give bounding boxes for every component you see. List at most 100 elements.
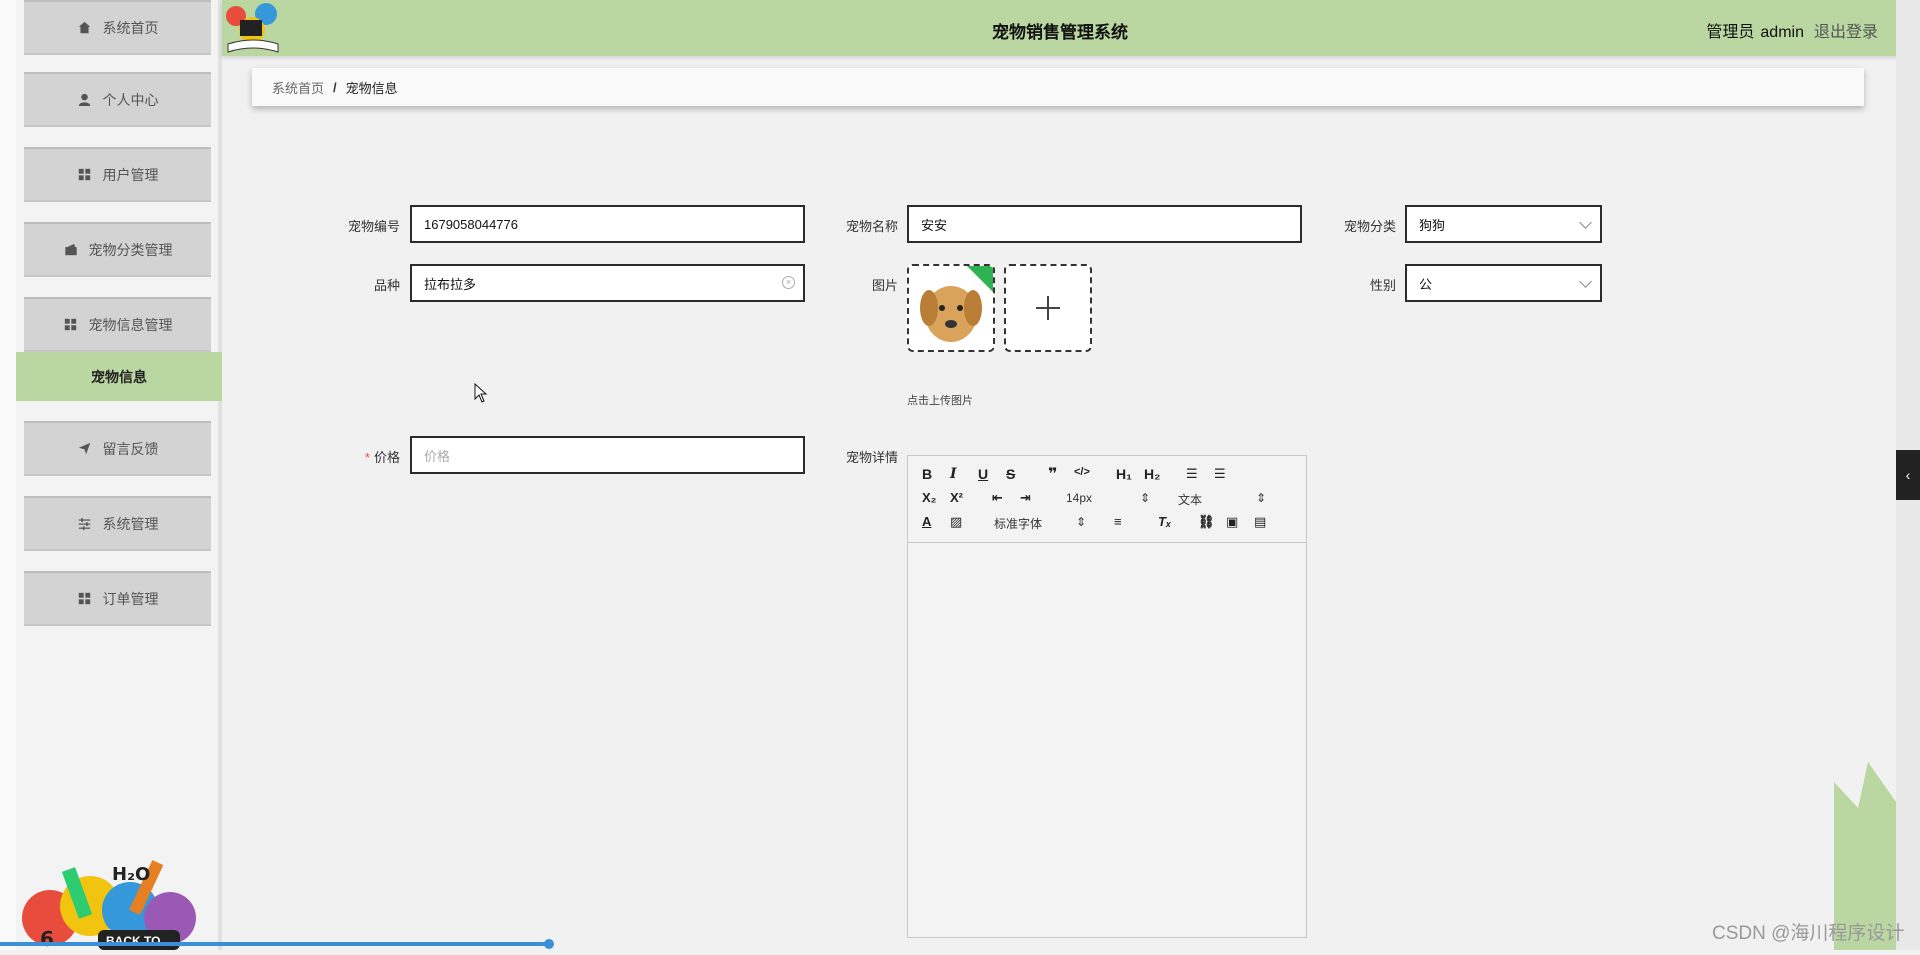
home-icon	[77, 20, 93, 36]
price-placeholder: 价格	[424, 448, 451, 464]
uploaded-image-preview[interactable]	[907, 264, 995, 352]
clear-format-icon[interactable]: Tₓ	[1158, 514, 1171, 529]
bold-icon[interactable]: B	[922, 466, 932, 482]
sidebar-subitem-label: 宠物信息	[91, 368, 147, 385]
upload-button[interactable]	[1004, 264, 1092, 352]
sliders-icon	[77, 516, 93, 532]
sidebar-item-label: 留言反馈	[102, 440, 159, 457]
pet-name-label: 宠物名称	[845, 219, 898, 234]
username: admin	[1760, 24, 1804, 41]
top-bar: 宠物销售管理系统 管理员 admin 退出登录	[222, 0, 1898, 56]
left-edge-strip	[0, 0, 16, 950]
app-title: 宠物销售管理系统	[992, 23, 1128, 42]
link-icon[interactable]: ⛓	[1198, 514, 1215, 530]
sidebar: 系统首页 个人中心 用户管理 宠物分类管理 宠物信息管理 宠物信息 留言反馈 系…	[16, 0, 222, 950]
updown-icon: ⇕	[1140, 491, 1151, 505]
send-icon	[77, 441, 93, 457]
font-family-value: 标准字体	[994, 517, 1043, 531]
pet-name-value: 安安	[921, 217, 948, 233]
user-role: 管理员	[1706, 24, 1755, 41]
gender-select[interactable]: 公	[1405, 264, 1602, 302]
price-field[interactable]: 价格	[410, 436, 805, 474]
collapse-handle[interactable]: ‹	[1896, 450, 1920, 500]
svg-text:6: 6	[40, 927, 54, 950]
image-label: 图片	[871, 278, 898, 293]
category-label: 宠物分类	[1343, 219, 1396, 234]
breadcrumb-separator: /	[333, 79, 337, 95]
breed-value: 拉布拉多	[424, 276, 477, 292]
editor-content-area[interactable]	[908, 543, 1306, 937]
video-icon[interactable]: ▤	[1254, 514, 1266, 530]
price-label: * 价格	[330, 447, 400, 466]
bullet-list-icon[interactable]: ☰	[1214, 466, 1226, 482]
background-color-icon[interactable]: ▨	[950, 514, 962, 530]
font-size-value: 14px	[1066, 491, 1093, 505]
ordered-list-icon[interactable]: ☰	[1186, 466, 1198, 482]
user-box: 管理员 admin 退出登录	[1706, 18, 1878, 42]
sidebar-item-pet-info[interactable]: 宠物信息管理	[24, 297, 211, 352]
sidebar-item-label: 宠物分类管理	[88, 241, 173, 258]
sidebar-item-label: 个人中心	[102, 91, 159, 108]
horizontal-scrollbar[interactable]	[0, 942, 552, 946]
pet-id-value: 1679058044776	[424, 216, 518, 232]
sidebar-item-pet-category[interactable]: 宠物分类管理	[24, 222, 211, 277]
breed-label: 品种	[373, 278, 400, 293]
sidebar-item-home[interactable]: 系统首页	[24, 0, 211, 55]
sidebar-subitem-pet-info[interactable]: 宠物信息	[16, 352, 222, 401]
sidebar-item-users[interactable]: 用户管理	[24, 147, 211, 202]
font-color-icon[interactable]: A	[922, 514, 931, 529]
outdent-icon[interactable]: ⇤	[992, 490, 1003, 506]
gender-label: 性别	[1369, 278, 1396, 293]
price-label-text: 价格	[373, 450, 400, 465]
user-icon	[77, 92, 93, 108]
h1-icon[interactable]: H₁	[1116, 466, 1132, 482]
grid-icon	[77, 167, 93, 183]
sidebar-item-feedback[interactable]: 留言反馈	[24, 421, 211, 476]
sidebar-item-orders[interactable]: 订单管理	[24, 571, 211, 626]
superscript-icon[interactable]: X²	[950, 490, 963, 505]
plus-icon	[1036, 296, 1060, 320]
text-type-select[interactable]: 文本 ⇕	[1178, 491, 1266, 508]
watermark: CSDN @海川程序设计	[1712, 923, 1905, 944]
image-icon[interactable]: ▣	[1226, 514, 1238, 530]
chevron-left-icon: ‹	[1905, 467, 1911, 483]
category-select[interactable]: 狗狗	[1405, 205, 1602, 243]
pet-id-field[interactable]: 1679058044776	[410, 205, 805, 243]
align-icon[interactable]: ≡	[1114, 514, 1122, 529]
rich-text-editor: B I U S ❞ </> H₁ H₂ ☰ ☰ X₂ X² ⇤ ⇥ 14px ⇕ …	[907, 455, 1307, 938]
mouse-cursor-icon	[474, 383, 488, 403]
code-icon[interactable]: </>	[1074, 466, 1090, 478]
blockquote-icon[interactable]: ❞	[1048, 464, 1057, 484]
scrollbar-thumb[interactable]	[544, 939, 554, 949]
updown-icon: ⇕	[1256, 491, 1267, 505]
sidebar-item-label: 系统首页	[102, 19, 159, 36]
strike-icon[interactable]: S	[1006, 466, 1015, 482]
breadcrumb: 系统首页 / 宠物信息	[252, 68, 1864, 106]
sidebar-item-system[interactable]: 系统管理	[24, 496, 211, 551]
breed-field[interactable]: 拉布拉多 ×	[410, 264, 805, 302]
font-family-select[interactable]: 标准字体 ⇕	[994, 515, 1086, 532]
sidebar-item-label: 宠物信息管理	[88, 316, 173, 333]
clear-icon[interactable]: ×	[782, 276, 795, 289]
underline-icon[interactable]: U	[978, 466, 988, 482]
details-label: 宠物详情	[845, 450, 898, 465]
chevron-down-icon	[1579, 275, 1592, 288]
updown-icon: ⇕	[1076, 515, 1087, 529]
indent-icon[interactable]: ⇥	[1020, 490, 1031, 506]
pet-name-field[interactable]: 安安	[907, 205, 1302, 243]
font-size-select[interactable]: 14px ⇕	[1066, 491, 1150, 505]
subscript-icon[interactable]: X₂	[922, 490, 936, 505]
sidebar-item-profile[interactable]: 个人中心	[24, 72, 211, 127]
h2-icon[interactable]: H₂	[1144, 466, 1160, 482]
gender-value: 公	[1419, 276, 1433, 292]
required-mark: *	[364, 450, 370, 465]
sidebar-item-label: 订单管理	[102, 590, 159, 607]
text-type-value: 文本	[1178, 493, 1203, 507]
logout-link[interactable]: 退出登录	[1814, 24, 1878, 41]
grid-icon	[77, 591, 93, 607]
italic-icon[interactable]: I	[950, 466, 957, 482]
upload-hint: 点击上传图片	[907, 395, 973, 407]
breadcrumb-home-link[interactable]: 系统首页	[272, 78, 324, 97]
pet-id-label: 宠物编号	[347, 219, 400, 234]
breadcrumb-current: 宠物信息	[345, 80, 398, 96]
